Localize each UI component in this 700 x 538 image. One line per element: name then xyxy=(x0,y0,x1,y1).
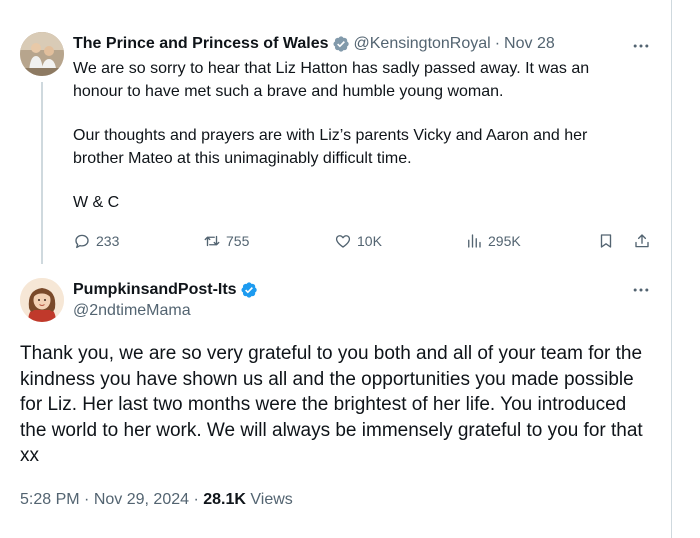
more-options-button[interactable] xyxy=(630,280,652,300)
views-count: 28.1K xyxy=(203,491,246,508)
tweet-paragraph: Our thoughts and prayers are with Liz’s … xyxy=(73,127,588,167)
author-name-row: PumpkinsandPost-Its xyxy=(73,281,262,299)
reply-count: 233 xyxy=(96,233,120,249)
separator-dot: · xyxy=(494,35,501,52)
author-handle[interactable]: @KensingtonRoyal xyxy=(354,35,491,53)
share-icon xyxy=(635,234,649,248)
tweet-metadata: 5:28 PM · Nov 29, 2024 · 28.1K Views xyxy=(20,491,293,509)
bookmark-button[interactable] xyxy=(597,230,620,252)
views-count: 295K xyxy=(488,233,521,249)
tweet-text: We are so sorry to hear that Liz Hatton … xyxy=(73,58,633,215)
avatar[interactable] xyxy=(20,32,64,76)
bookmark-icon xyxy=(600,234,612,248)
tweet-paragraph: We are so sorry to hear that Liz Hatton … xyxy=(73,60,590,100)
author-handle[interactable]: @2ndtimeMama xyxy=(73,302,191,320)
verified-government-badge-icon xyxy=(332,35,350,53)
tweet-time[interactable]: 5:28 PM xyxy=(20,491,80,508)
more-icon xyxy=(633,44,649,48)
separator-dot: · xyxy=(84,491,90,508)
reply-button[interactable]: 233 xyxy=(73,230,119,252)
like-button[interactable]: 10K xyxy=(334,230,382,252)
thread-connector-line xyxy=(41,82,43,264)
conversation-panel: The Prince and Princess of Wales @Kensin… xyxy=(0,0,672,538)
repost-button[interactable]: 755 xyxy=(203,230,249,252)
author-name[interactable]: PumpkinsandPost-Its xyxy=(73,281,237,299)
repost-count: 755 xyxy=(226,233,250,249)
tweet-date[interactable]: Nov 29, 2024 xyxy=(94,491,189,508)
heart-icon xyxy=(335,235,351,248)
views-button[interactable]: 295K xyxy=(465,230,521,252)
more-icon xyxy=(633,288,649,292)
more-options-button[interactable] xyxy=(630,36,652,56)
verified-badge-icon xyxy=(240,281,258,299)
page-margin xyxy=(672,0,700,538)
separator-dot: · xyxy=(193,491,199,508)
share-button[interactable] xyxy=(633,230,656,252)
like-count: 10K xyxy=(357,233,382,249)
views-label: Views xyxy=(250,491,293,508)
reply-icon xyxy=(75,234,89,249)
repost-icon xyxy=(204,235,220,247)
tweet-date[interactable]: Nov 28 xyxy=(504,35,555,53)
author-name[interactable]: The Prince and Princess of Wales xyxy=(73,35,329,53)
tweet-signature: W & C xyxy=(73,194,120,211)
analytics-icon xyxy=(468,234,481,248)
tweet-text: Thank you, we are so very grateful to yo… xyxy=(20,343,643,466)
tweet-header: The Prince and Princess of Wales @Kensin… xyxy=(73,34,555,54)
tweet-action-bar: 233 755 10K 295K xyxy=(73,230,658,252)
avatar[interactable] xyxy=(20,278,64,322)
